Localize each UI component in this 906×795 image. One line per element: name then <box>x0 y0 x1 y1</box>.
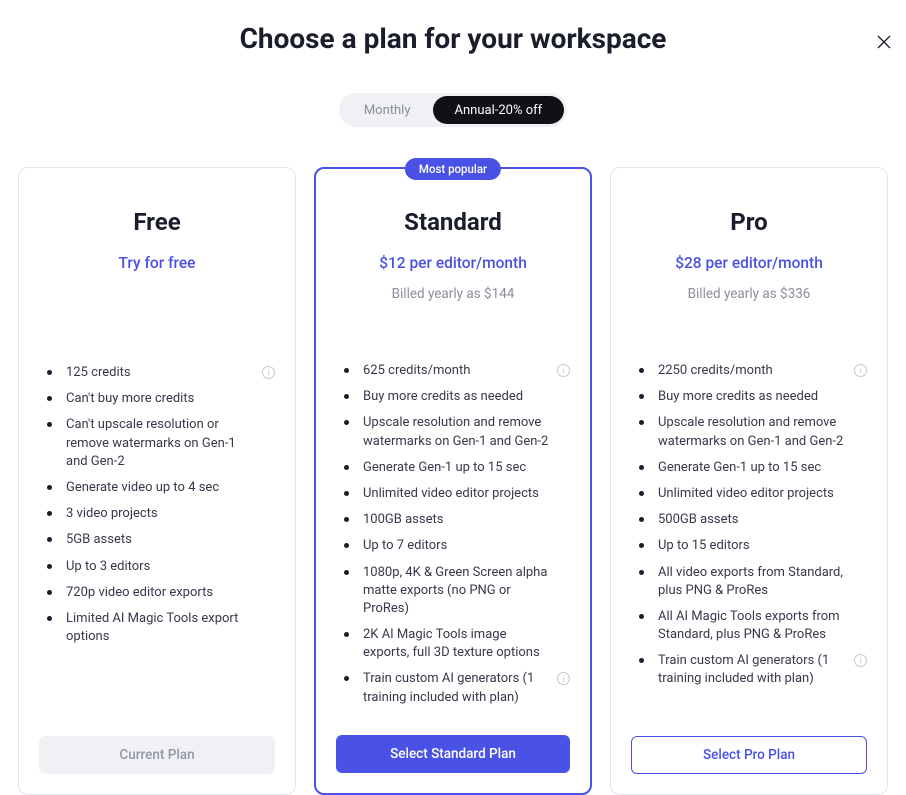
feature-item: Limited AI Magic Tools export options <box>39 610 275 646</box>
feature-item: Upscale resolution and remove watermarks… <box>631 414 867 450</box>
plan-billed <box>39 286 275 304</box>
plan-card-standard: Most popular Standard $12 per editor/mon… <box>314 167 592 795</box>
billing-toggle: Monthly Annual-20% off <box>339 93 567 127</box>
info-icon[interactable] <box>262 366 275 379</box>
feature-item: Generate Gen-1 up to 15 sec <box>336 459 570 477</box>
select-pro-button[interactable]: Select Pro Plan <box>631 736 867 774</box>
page-title: Choose a plan for your workspace <box>0 22 906 55</box>
feature-item: Unlimited video editor projects <box>631 485 867 503</box>
feature-item: 500GB assets <box>631 511 867 529</box>
close-icon[interactable] <box>876 34 892 50</box>
plans-container: Free Try for free 125 credits Can't buy … <box>0 167 906 795</box>
toggle-annual[interactable]: Annual-20% off <box>433 96 565 124</box>
plan-price: $28 per editor/month <box>631 254 867 272</box>
feature-list: 625 credits/month Buy more credits as ne… <box>336 362 570 715</box>
feature-item: 1080p, 4K & Green Screen alpha matte exp… <box>336 564 570 619</box>
feature-list: 2250 credits/month Buy more credits as n… <box>631 362 867 697</box>
feature-item: 100GB assets <box>336 511 570 529</box>
feature-item: Buy more credits as needed <box>631 388 867 406</box>
info-icon[interactable] <box>854 364 867 377</box>
feature-item: Buy more credits as needed <box>336 388 570 406</box>
plan-card-pro: Pro $28 per editor/month Billed yearly a… <box>610 167 888 795</box>
popular-badge: Most popular <box>405 158 501 180</box>
plan-name: Pro <box>631 208 867 236</box>
feature-item: Up to 15 editors <box>631 537 867 555</box>
plan-billed: Billed yearly as $144 <box>336 286 570 302</box>
plan-price: Try for free <box>39 254 275 272</box>
plan-billed: Billed yearly as $336 <box>631 286 867 302</box>
feature-item: Up to 7 editors <box>336 537 570 555</box>
feature-item: 5GB assets <box>39 531 275 549</box>
feature-list: 125 credits Can't buy more credits Can't… <box>39 364 275 654</box>
feature-item: 2250 credits/month <box>631 362 867 380</box>
plan-price: $12 per editor/month <box>336 254 570 272</box>
feature-item: Can't buy more credits <box>39 390 275 408</box>
feature-item: 2K AI Magic Tools image exports, full 3D… <box>336 626 570 662</box>
plan-card-free: Free Try for free 125 credits Can't buy … <box>18 167 296 795</box>
feature-item: Train custom AI generators (1 training i… <box>336 670 570 706</box>
feature-item: 125 credits <box>39 364 275 382</box>
current-plan-button: Current Plan <box>39 736 275 774</box>
feature-item: Unlimited video editor projects <box>336 485 570 503</box>
feature-item: All AI Magic Tools exports from Standard… <box>631 608 867 644</box>
feature-item: Train custom AI generators (1 training i… <box>631 652 867 688</box>
toggle-monthly[interactable]: Monthly <box>342 96 433 124</box>
feature-item: Generate video up to 4 sec <box>39 479 275 497</box>
feature-item: Can't upscale resolution or remove water… <box>39 416 275 471</box>
plan-name: Standard <box>336 208 570 236</box>
feature-item: Up to 3 editors <box>39 558 275 576</box>
feature-item: Generate Gen-1 up to 15 sec <box>631 459 867 477</box>
feature-item: 625 credits/month <box>336 362 570 380</box>
feature-item: All video exports from Standard, plus PN… <box>631 564 867 600</box>
feature-item: 3 video projects <box>39 505 275 523</box>
info-icon[interactable] <box>557 364 570 377</box>
plan-name: Free <box>39 208 275 236</box>
feature-item: 720p video editor exports <box>39 584 275 602</box>
feature-item: Upscale resolution and remove watermarks… <box>336 414 570 450</box>
select-standard-button[interactable]: Select Standard Plan <box>336 735 570 773</box>
